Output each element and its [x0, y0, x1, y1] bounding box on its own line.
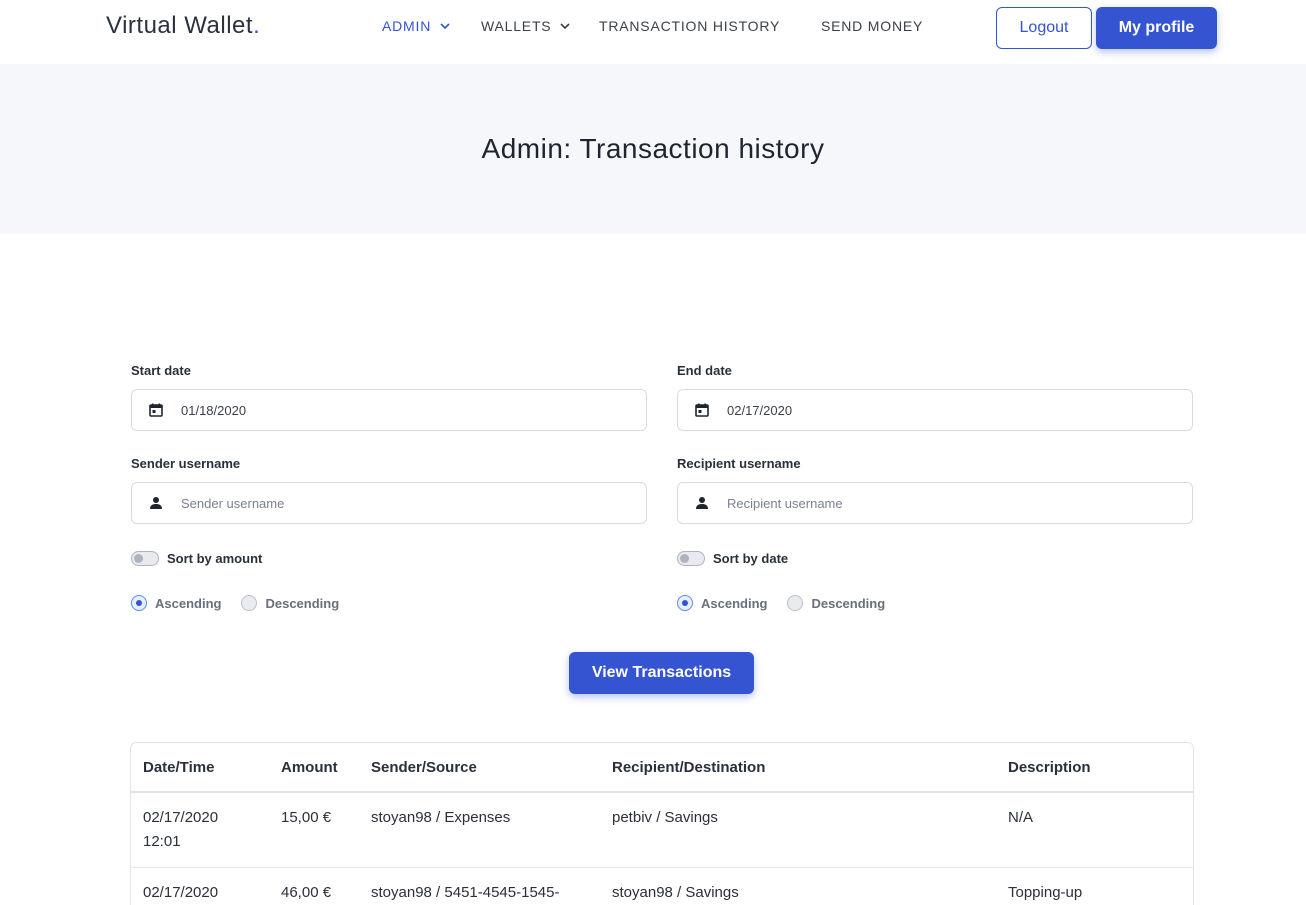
- sort-by-amount-row: Sort by amount: [131, 551, 262, 566]
- view-transactions-button[interactable]: View Transactions: [569, 652, 754, 694]
- brand-name: Virtual Wallet: [106, 12, 254, 39]
- nav-send-money[interactable]: SEND MONEY: [821, 18, 923, 34]
- cell-date-time: 02/17/2020: [131, 867, 269, 905]
- col-header-sender[interactable]: Sender/Source: [359, 743, 600, 793]
- cell-amount: 46,00 €: [269, 867, 359, 905]
- col-header-recipient[interactable]: Recipient/Destination: [600, 743, 996, 793]
- sort-date-direction: Ascending Descending: [677, 595, 905, 611]
- col-header-amount[interactable]: Amount: [269, 743, 359, 793]
- date-descending-radio[interactable]: Descending: [787, 595, 885, 611]
- navbar: Virtual Wallet. ADMIN WALLETS TRANSACTIO…: [0, 0, 1306, 64]
- recipient-username-label: Recipient username: [677, 456, 801, 471]
- end-date-field[interactable]: [677, 389, 1193, 431]
- page-title: Admin: Transaction history: [481, 133, 825, 164]
- cell-sender: stoyan98 / Expenses: [359, 792, 600, 868]
- logout-button[interactable]: Logout: [996, 7, 1092, 49]
- my-profile-button[interactable]: My profile: [1096, 7, 1217, 49]
- nav-admin-label: ADMIN: [382, 18, 432, 34]
- page-header: Admin: Transaction history: [0, 64, 1306, 234]
- amount-ascending-label: Ascending: [155, 595, 222, 611]
- start-date-field[interactable]: [131, 389, 647, 431]
- chevron-down-icon: [560, 23, 571, 30]
- radio-selected-icon: [131, 595, 147, 611]
- sort-amount-direction: Ascending Descending: [131, 595, 359, 611]
- brand-dot: .: [253, 12, 261, 39]
- sort-by-amount-toggle[interactable]: [131, 551, 159, 566]
- col-header-date-time[interactable]: Date/Time: [131, 743, 269, 793]
- calendar-icon: [694, 402, 710, 418]
- chevron-down-icon: [440, 23, 450, 30]
- toggle-knob: [134, 554, 143, 563]
- amount-ascending-radio[interactable]: Ascending: [131, 595, 221, 611]
- amount-descending-label: Descending: [265, 595, 340, 611]
- end-date-label: End date: [677, 363, 732, 378]
- cell-date-time: 02/17/2020 12:01: [131, 792, 269, 868]
- cell-description: N/A: [996, 792, 1193, 868]
- nav-wallets-label: WALLETS: [481, 18, 552, 34]
- sort-by-date-toggle[interactable]: [677, 551, 705, 566]
- recipient-username-input[interactable]: [727, 495, 1167, 511]
- nav-wallets[interactable]: WALLETS: [481, 18, 571, 34]
- sender-username-field[interactable]: [131, 482, 647, 524]
- radio-unselected-icon: [787, 595, 804, 611]
- sort-by-amount-label: Sort by amount: [167, 551, 263, 566]
- sort-by-date-label: Sort by date: [713, 551, 789, 566]
- user-icon: [148, 495, 164, 511]
- table-row[interactable]: 02/17/2020 12:01 15,00 € stoyan98 / Expen…: [131, 792, 1193, 868]
- start-date-label: Start date: [131, 363, 191, 378]
- cell-description: Topping-up: [996, 867, 1193, 905]
- radio-unselected-icon: [241, 595, 258, 611]
- nav-transaction-history[interactable]: TRANSACTION HISTORY: [599, 18, 780, 34]
- nav-send-money-label: SEND MONEY: [821, 18, 924, 34]
- cell-date: 02/17/2020: [143, 884, 219, 901]
- date-descending-label: Descending: [811, 595, 886, 611]
- recipient-username-field[interactable]: [677, 482, 1193, 524]
- brand-logo[interactable]: Virtual Wallet.: [106, 12, 260, 40]
- toggle-knob: [680, 554, 689, 563]
- date-ascending-radio[interactable]: Ascending: [677, 595, 767, 611]
- table-row[interactable]: 02/17/2020 46,00 € stoyan98 / 5451-4545-…: [131, 867, 1193, 905]
- amount-descending-radio[interactable]: Descending: [241, 595, 339, 611]
- nav-admin[interactable]: ADMIN: [382, 18, 451, 34]
- transactions-table: Date/Time Amount Sender/Source Recipient…: [130, 742, 1194, 905]
- sort-by-date-row: Sort by date: [677, 551, 788, 566]
- sender-username-input[interactable]: [181, 495, 621, 511]
- date-ascending-label: Ascending: [701, 595, 768, 611]
- cell-date: 02/17/2020: [143, 809, 219, 826]
- cell-sender: stoyan98 / 5451-4545-1545-: [359, 867, 600, 905]
- end-date-input[interactable]: [727, 402, 1167, 418]
- col-header-description[interactable]: Description: [996, 743, 1193, 793]
- start-date-input[interactable]: [181, 402, 621, 418]
- user-icon: [694, 495, 710, 511]
- calendar-icon: [148, 402, 164, 418]
- cell-recipient: stoyan98 / Savings: [600, 867, 996, 905]
- sender-username-label: Sender username: [131, 456, 241, 471]
- cell-recipient: petbiv / Savings: [600, 792, 996, 868]
- radio-selected-icon: [677, 595, 693, 611]
- cell-amount: 15,00 €: [269, 792, 359, 868]
- table-header-row: Date/Time Amount Sender/Source Recipient…: [131, 743, 1193, 793]
- cell-time: 12:01: [143, 833, 181, 850]
- nav-transaction-history-label: TRANSACTION HISTORY: [599, 18, 781, 34]
